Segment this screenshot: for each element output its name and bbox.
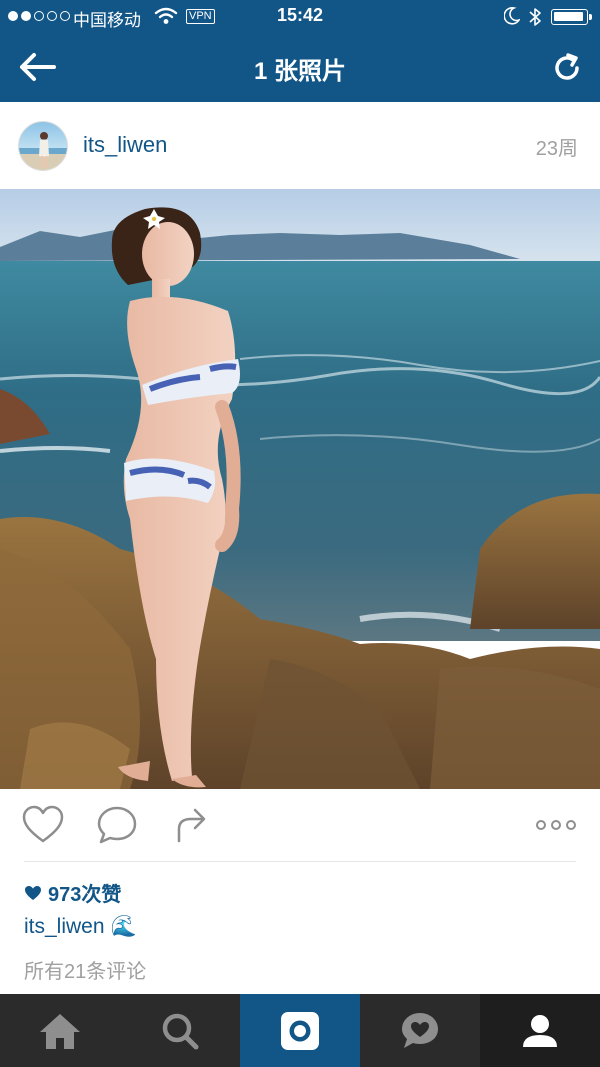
more-dots-icon bbox=[536, 820, 576, 830]
post-timestamp: 23周 bbox=[535, 138, 578, 160]
wave-emoji: 🌊 bbox=[110, 915, 137, 938]
heart-outline-icon bbox=[22, 805, 64, 843]
actions-divider bbox=[24, 861, 576, 862]
caption: its_liwen 🌊 bbox=[24, 915, 137, 939]
battery-icon bbox=[551, 9, 592, 25]
arrow-left-icon bbox=[20, 53, 56, 81]
camera-tab[interactable] bbox=[240, 994, 360, 1067]
comment-bubble-icon bbox=[97, 806, 137, 844]
share-arrow-icon bbox=[177, 808, 206, 843]
likes-count[interactable]: 973次赞 bbox=[24, 878, 121, 907]
moon-icon bbox=[503, 7, 521, 30]
like-button[interactable] bbox=[20, 805, 66, 845]
avatar[interactable] bbox=[18, 121, 68, 171]
bluetooth-icon bbox=[528, 6, 542, 33]
home-icon bbox=[40, 1013, 80, 1049]
likes-label: 973次赞 bbox=[48, 884, 122, 906]
post-photo[interactable] bbox=[0, 189, 600, 789]
profile-icon bbox=[523, 1014, 557, 1047]
search-icon bbox=[162, 1013, 199, 1049]
caption-username[interactable]: its_liwen bbox=[24, 915, 105, 939]
page-title: 1 张照片 bbox=[253, 58, 346, 85]
camera-icon bbox=[281, 1011, 319, 1050]
top-bar: 中国移动 VPN 15:42 1 张照片 bbox=[0, 0, 600, 102]
profile-tab[interactable] bbox=[480, 994, 600, 1067]
status-bar: 中国移动 VPN 15:42 bbox=[0, 0, 600, 34]
home-tab[interactable] bbox=[0, 994, 120, 1067]
refresh-icon bbox=[555, 53, 579, 80]
back-button[interactable] bbox=[16, 50, 58, 84]
refresh-button[interactable] bbox=[547, 48, 587, 88]
explore-tab[interactable] bbox=[120, 994, 240, 1067]
heart-filled-icon bbox=[25, 885, 41, 900]
post-header: its_liwen 23周 bbox=[0, 102, 600, 189]
post-actions bbox=[0, 789, 600, 861]
more-options-button[interactable] bbox=[532, 805, 580, 845]
post-username[interactable]: its_liwen bbox=[83, 132, 167, 158]
share-button[interactable] bbox=[168, 805, 214, 845]
bottom-tab-bar bbox=[0, 994, 600, 1067]
activity-heart-icon bbox=[402, 1012, 438, 1048]
view-all-comments-link[interactable]: 所有21条评论 bbox=[24, 955, 146, 984]
activity-tab[interactable] bbox=[360, 994, 480, 1067]
comment-button[interactable] bbox=[94, 805, 140, 845]
